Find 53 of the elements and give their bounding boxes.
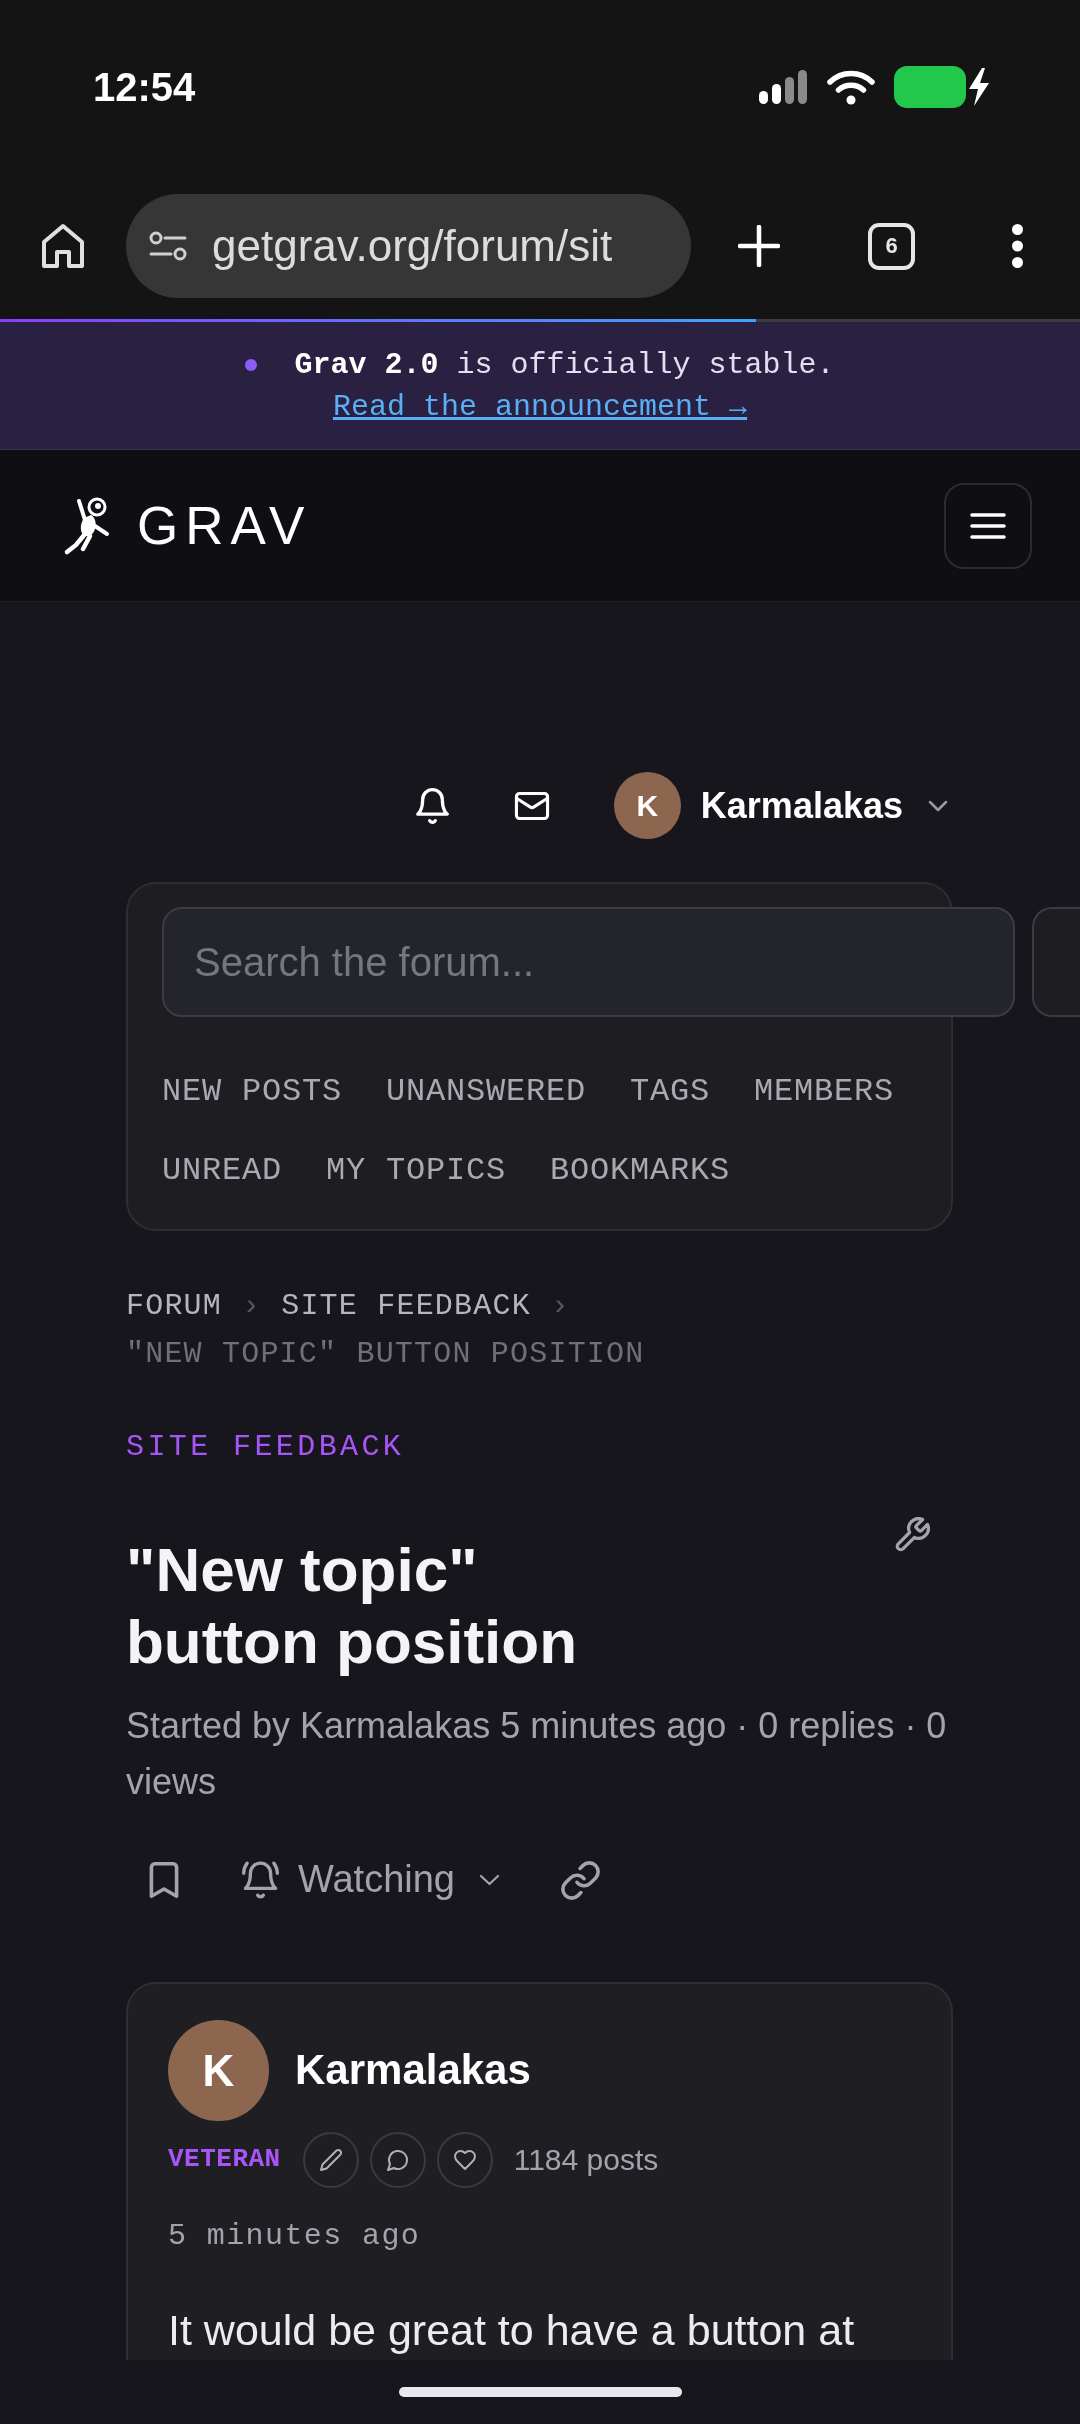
bell-ring-icon [242, 1861, 279, 1899]
bookmark-icon[interactable] [149, 1862, 179, 1898]
tab-switcher-button[interactable]: 6 [868, 222, 915, 270]
speech-bubble-icon [369, 2132, 426, 2188]
search-field[interactable]: Search the forum... [162, 907, 1015, 1017]
mail-icon[interactable] [513, 791, 550, 820]
rank-label: VETERAN [168, 2144, 281, 2176]
forum-nav-link[interactable]: TAGS [630, 1072, 711, 1112]
breadcrumb-link[interactable]: SITE FEEDBACK [281, 1282, 531, 1330]
pencil-icon [302, 2132, 359, 2188]
post-count: 1184 posts [513, 2142, 659, 2178]
forum-nav-link[interactable]: MEMBERS [754, 1072, 895, 1112]
breadcrumb-current: "NEW TOPIC" BUTTON POSITION [126, 1336, 645, 1373]
username[interactable]: Karmalakas [700, 783, 903, 828]
kebab-menu-icon[interactable] [1012, 224, 1023, 268]
menu-icon[interactable] [970, 511, 1006, 540]
topic-title: "New topic" button position [126, 1534, 579, 1678]
link-icon[interactable] [561, 1860, 600, 1900]
forum-nav-link[interactable]: UNANSWERED [386, 1072, 587, 1112]
status-time: 12:54 [93, 64, 196, 111]
user-avatar[interactable]: K [613, 772, 681, 839]
battery-charging-icon [894, 66, 990, 108]
signal-icon [759, 70, 807, 104]
wifi-icon [826, 69, 876, 105]
logo-text[interactable]: GRAV [137, 499, 312, 552]
home-icon[interactable] [41, 223, 85, 269]
author-avatar[interactable]: K [168, 2020, 269, 2121]
chevron-down-icon [479, 1874, 500, 1886]
address-bar[interactable]: getgrav.org/forum/sit [126, 194, 691, 298]
menu-button[interactable] [944, 482, 1032, 569]
author-name[interactable]: Karmalakas [295, 2045, 531, 2096]
forum-nav-link[interactable]: UNREAD [162, 1151, 283, 1191]
bell-icon[interactable] [415, 787, 449, 824]
forum-nav-link[interactable]: BOOKMARKS [550, 1151, 731, 1191]
topic-meta: Started by Karmalakas 5 minutes ago · 0 replies · 0 views [126, 1704, 948, 1804]
breadcrumb-link[interactable]: FORUM [126, 1282, 222, 1330]
breadcrumb-separator: › [550, 1288, 571, 1325]
url-text: getgrav.org/forum/sit [212, 219, 613, 272]
category-label[interactable]: SITE FEEDBACK [126, 1427, 405, 1467]
forum-nav-link[interactable]: MY TOPICS [326, 1151, 507, 1191]
sliders-icon[interactable] [149, 231, 187, 261]
chevron-down-icon[interactable] [928, 799, 948, 812]
announcement-text: Grav 2.0 is officially stable. [294, 347, 835, 384]
astronaut-logo-icon[interactable] [62, 495, 110, 556]
breadcrumb-separator: › [242, 1288, 262, 1325]
forum-nav-link[interactable]: NEW POSTS [162, 1072, 343, 1112]
post-time: 5 minutes ago [168, 2218, 422, 2255]
dot-icon [245, 359, 258, 371]
wrench-icon[interactable] [894, 1517, 930, 1553]
announcement-link[interactable]: Read the announcement → [332, 386, 748, 428]
watch-dropdown[interactable]: Watching [242, 1857, 500, 1903]
plus-icon[interactable] [738, 225, 780, 267]
post-body: It would be great to have a button at [168, 2305, 856, 2356]
